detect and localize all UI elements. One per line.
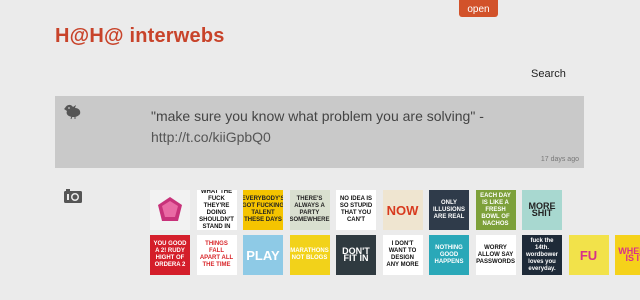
site-title[interactable]: H@H@ interwebs [55, 25, 225, 48]
tweet-quote: "make sure you know what problem you are… [151, 108, 484, 124]
photo-thumbnail[interactable]: ONLY ILLUSIONS ARE REAL [429, 190, 469, 230]
photo-thumbnail[interactable]: THINGS FALL APART ALL THE TIME [196, 235, 237, 275]
photo-thumbnail[interactable]: MORE SHIT [522, 190, 562, 230]
photo-thumbnail[interactable]: EVERYBODY'S GOT FUCKING TALENT THESE DAY… [243, 190, 283, 230]
photo-thumbnail[interactable]: YOU GOOD A 2! RUDY HIGHT OF ORDERA 2 [150, 235, 190, 275]
photo-thumbnail[interactable]: DON'T FIT IN [336, 235, 376, 275]
bird-icon [64, 104, 81, 120]
photo-thumbnail[interactable] [150, 190, 190, 230]
photo-thumbnail[interactable]: MARATHONS NOT BLOGS [289, 235, 330, 275]
photo-thumbnail[interactable]: NOTHING GOOD HAPPENS [429, 235, 469, 275]
photo-thumbnail[interactable]: PEOPLE WHO DON'T KNOW WHAT THE FUCK THEY… [196, 190, 237, 230]
photo-thumbnail[interactable]: NOW [382, 190, 423, 230]
photo-thumbnail[interactable]: THERE'S ALWAYS A PARTY SOMEWHERE [289, 190, 330, 230]
photo-thumbnail[interactable]: fuck the 14th. wordbower loves you every… [522, 235, 562, 275]
tweet-timestamp: 17 days ago [540, 156, 579, 163]
tweet-text: "make sure you know what problem you are… [151, 106, 576, 148]
tweet-link[interactable]: http://t.co/kiiGpbQ0 [151, 129, 271, 145]
photo-thumbnail[interactable]: EACH DAY IS LIKE A FRESH BOWL OF NACHOS [475, 190, 516, 230]
photo-thumbnail[interactable]: FU [568, 235, 609, 275]
photo-thumbnail[interactable]: WORRY ALLOW SAY PASSWORDS [475, 235, 516, 275]
photo-thumbnail[interactable]: I DON'T WANT TO DESIGN ANY MORE [382, 235, 423, 275]
camera-icon [64, 189, 82, 203]
photo-thumbnail[interactable]: PLAY [243, 235, 283, 275]
photo-thumbnail[interactable]: WHERE IS IT [615, 235, 640, 275]
tweet-card: "make sure you know what problem you are… [55, 96, 584, 168]
photo-thumbnail[interactable]: NO IDEA IS SO STUPID THAT YOU CAN'T [336, 190, 376, 230]
open-tab-button[interactable]: open [459, 0, 498, 17]
search-link[interactable]: Search [531, 68, 566, 80]
